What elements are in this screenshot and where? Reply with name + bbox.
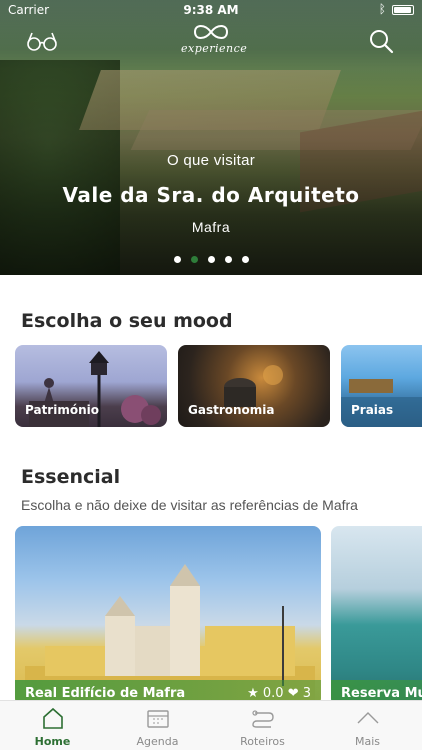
carousel-dot[interactable] [207, 256, 215, 263]
tab-home[interactable]: Home [0, 701, 105, 750]
mood-label: Gastronomia [188, 403, 275, 417]
mood-card-praias[interactable]: Praias [341, 345, 422, 427]
carousel-dot-active[interactable] [190, 256, 198, 263]
carousel-dot[interactable] [224, 256, 232, 263]
infinity-logo-icon [193, 25, 229, 39]
app-logo: experience [181, 22, 248, 62]
hero-location: Mafra [191, 219, 231, 235]
carousel-dot[interactable] [241, 256, 249, 263]
app-screen: Carrier 9:38 AM ᛒ experience O que visit… [0, 0, 422, 750]
tab-label: Home [34, 735, 71, 748]
tab-label: Agenda [136, 735, 179, 748]
chevron-up-icon [357, 712, 379, 724]
essencial-subtitle: Escolha e não deixe de visitar as referê… [21, 497, 358, 513]
card-rating: ★ 0.0 [247, 686, 284, 701]
essencial-card-real-edificio[interactable]: Real Edifício de Mafra ★ 0.0 ❤ 3 [15, 526, 321, 706]
essencial-card-reserva[interactable]: Reserva Mu [331, 526, 422, 706]
essencial-section-title: Essencial [21, 466, 121, 488]
status-time: 9:38 AM [183, 3, 239, 17]
mood-card-patrimonio[interactable]: Património [15, 345, 167, 427]
search-icon[interactable] [368, 28, 394, 54]
bluetooth-icon: ᛒ [378, 2, 386, 16]
card-stats: ★ 0.0 ❤ 3 [247, 686, 311, 701]
tab-roteiros[interactable]: Roteiros [210, 701, 315, 750]
tab-bar: Home Agenda Roteiros Mais [0, 700, 422, 750]
mood-carousel[interactable]: Património Gastronomia Praias [15, 345, 422, 427]
battery-icon [392, 5, 414, 15]
tab-mais[interactable]: Mais [315, 701, 420, 750]
tab-agenda[interactable]: Agenda [105, 701, 210, 750]
carousel-indicator[interactable] [0, 256, 422, 263]
card-title: Real Edifício de Mafra [25, 686, 186, 701]
mood-label: Património [25, 403, 99, 417]
mood-label: Praias [351, 403, 394, 417]
glasses-icon[interactable] [26, 30, 58, 52]
tab-label: Roteiros [240, 735, 285, 748]
route-icon [252, 710, 274, 728]
home-icon [43, 707, 63, 729]
mood-card-gastronomia[interactable]: Gastronomia [178, 345, 330, 427]
logo-text: experience [181, 42, 248, 55]
card-likes: ❤ 3 [287, 686, 311, 701]
hero-subtitle: O que visitar [166, 152, 256, 169]
mood-section-title: Escolha o seu mood [21, 310, 233, 332]
carousel-dot[interactable] [173, 256, 181, 263]
status-bar: Carrier 9:38 AM ᛒ [0, 0, 422, 20]
hero-title[interactable]: Vale da Sra. do Arquiteto [0, 183, 422, 207]
tab-label: Mais [354, 735, 381, 748]
hero-carousel[interactable]: Carrier 9:38 AM ᛒ experience O que visit… [0, 0, 422, 275]
calendar-icon [147, 710, 169, 728]
essencial-carousel[interactable]: Real Edifício de Mafra ★ 0.0 ❤ 3 Reserva… [15, 526, 422, 706]
card-title: Reserva Mu [341, 686, 422, 701]
